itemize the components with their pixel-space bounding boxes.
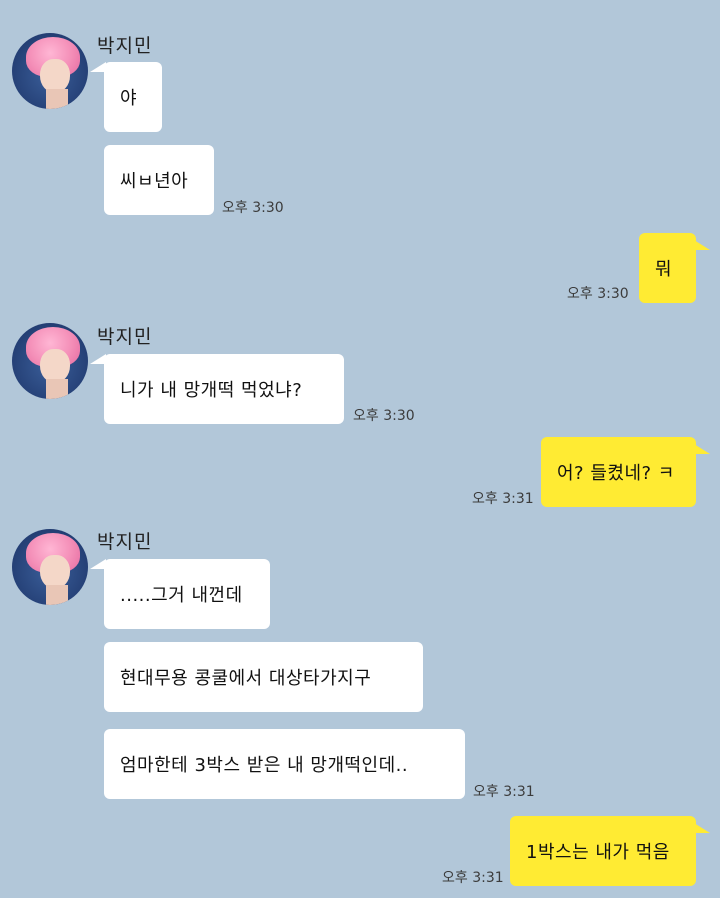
sender-name: 박지민 [97, 35, 153, 57]
message-bubble-received[interactable]: 니가 내 망개떡 먹었냐? [104, 354, 344, 424]
message-bubble-received[interactable]: 야 [104, 62, 162, 132]
message-time: 오후 3:30 [353, 408, 415, 424]
message-bubble-sent[interactable]: 1박스는 내가 먹음 [510, 816, 696, 886]
message-bubble-received[interactable]: 엄마한테 3박스 받은 내 망개떡인데.. [104, 729, 465, 799]
message-time: 오후 3:31 [473, 784, 535, 800]
message-bubble-sent[interactable]: 어? 들켰네? ㅋ [541, 437, 696, 507]
chat-view[interactable]: 박지민 야 씨ㅂ년아 오후 3:30 뭐 오후 3:30 박지민 니가 내 망개… [0, 0, 720, 898]
message-text: 엄마한테 3박스 받은 내 망개떡인데.. [120, 755, 409, 776]
profile-avatar[interactable] [12, 33, 88, 109]
bubble-tail [694, 444, 710, 454]
message-text: 뭐 [655, 259, 673, 280]
message-text: 씨ㅂ년아 [120, 171, 189, 192]
message-text: 현대무용 콩쿨에서 대상타가지구 [120, 668, 372, 689]
message-time: 오후 3:31 [442, 870, 504, 886]
message-bubble-sent[interactable]: 뭐 [639, 233, 696, 303]
message-time: 오후 3:30 [222, 200, 284, 216]
bubble-tail [694, 823, 710, 833]
sender-name: 박지민 [97, 531, 153, 553]
sender-name: 박지민 [97, 326, 153, 348]
message-text: 1박스는 내가 먹음 [526, 842, 670, 863]
message-text: .....그거 내껀데 [120, 585, 243, 606]
message-text: 니가 내 망개떡 먹었냐? [120, 380, 303, 401]
message-text: 어? 들켰네? ㅋ [557, 463, 675, 484]
message-bubble-received[interactable]: 현대무용 콩쿨에서 대상타가지구 [104, 642, 423, 712]
profile-avatar[interactable] [12, 323, 88, 399]
message-time: 오후 3:30 [567, 286, 629, 302]
bubble-tail [694, 240, 710, 250]
message-text: 야 [120, 88, 138, 109]
message-bubble-received[interactable]: .....그거 내껀데 [104, 559, 270, 629]
profile-avatar[interactable] [12, 529, 88, 605]
message-time: 오후 3:31 [472, 491, 534, 507]
message-bubble-received[interactable]: 씨ㅂ년아 [104, 145, 214, 215]
